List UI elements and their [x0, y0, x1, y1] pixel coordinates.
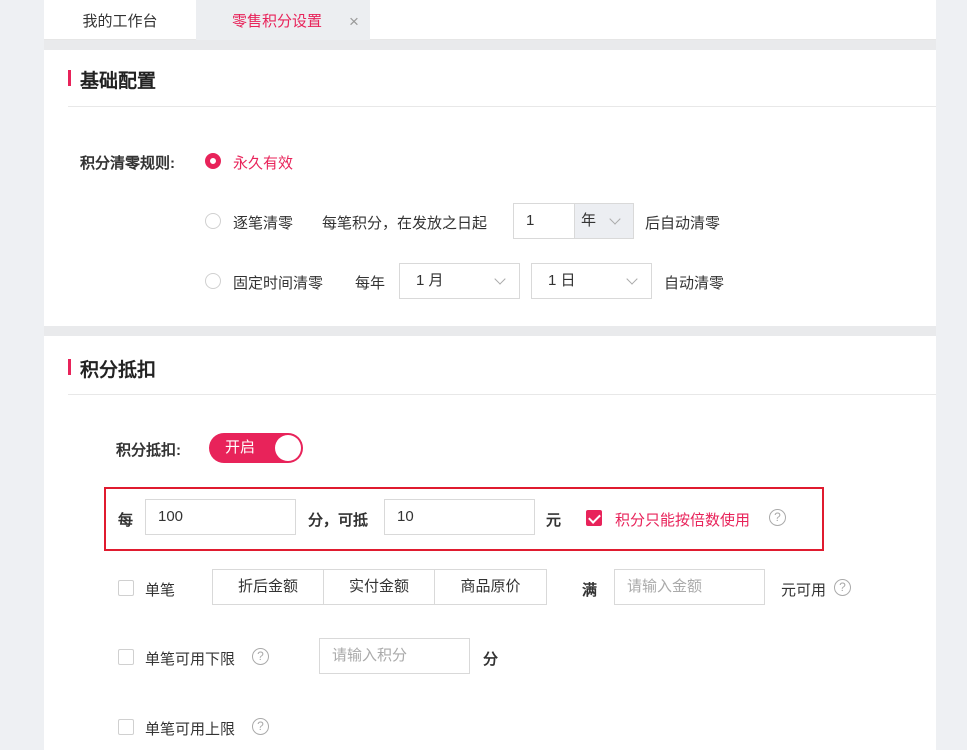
yuan-unit-label: 元: [546, 512, 562, 529]
radio-permanent[interactable]: [205, 153, 221, 169]
deduct-switch-label: 积分抵扣:: [116, 442, 181, 459]
toggle-knob: [275, 435, 301, 461]
section-separator: [44, 40, 936, 50]
segment-paid-amount[interactable]: 实付金额: [323, 569, 435, 605]
yuan-input-value: 10: [397, 508, 414, 525]
deduct-toggle[interactable]: 开启: [209, 433, 303, 463]
multiple-checkbox[interactable]: [586, 510, 602, 526]
lower-limit-checkbox[interactable]: [118, 649, 134, 665]
divider: [68, 106, 936, 107]
segment-original-price[interactable]: 商品原价: [434, 569, 547, 605]
radio-fixed-time-label: 固定时间清零: [233, 275, 324, 292]
min-points-input[interactable]: 请输入积分: [319, 638, 470, 674]
toggle-text: 开启: [225, 439, 256, 456]
segment-discounted-amount[interactable]: 折后金额: [212, 569, 324, 605]
single-checkbox[interactable]: [118, 580, 134, 596]
radio-fixed-time[interactable]: [205, 273, 221, 289]
points-input-value: 100: [158, 508, 184, 525]
yuan-input[interactable]: 10: [384, 499, 535, 535]
points-input[interactable]: 100: [145, 499, 296, 535]
day-select-value: 1 日: [548, 272, 576, 289]
section-separator: [44, 326, 936, 336]
tab-workbench[interactable]: 我的工作台: [44, 0, 196, 40]
amount-input-placeholder: 请输入金额: [627, 578, 703, 595]
day-select[interactable]: 1 日: [531, 263, 652, 299]
year-unit-select[interactable]: 年: [574, 204, 633, 238]
help-icon[interactable]: ?: [834, 579, 851, 596]
per-record-years-value: 1: [526, 212, 535, 229]
per-record-years-input[interactable]: 1 年: [513, 203, 634, 239]
radio-per-record[interactable]: [205, 213, 221, 229]
tab-label: 零售积分设置: [232, 13, 323, 30]
month-select-value: 1 月: [416, 272, 444, 289]
year-unit-label: 年: [581, 212, 597, 229]
fixed-prefix: 每年: [355, 275, 386, 292]
full-label: 满: [582, 582, 598, 599]
points-mid-label: 分，可抵: [308, 512, 369, 529]
multiple-label: 积分只能按倍数使用: [615, 512, 751, 529]
radio-per-record-label: 逐笔清零: [233, 215, 294, 232]
radio-permanent-label: 永久有效: [233, 155, 294, 172]
upper-limit-label: 单笔可用上限: [145, 721, 236, 738]
per-record-text: 每笔积分，在发放之日起: [322, 215, 488, 232]
tab-bar: 我的工作台 零售积分设置 ×: [44, 0, 936, 40]
chevron-down-icon: [626, 273, 638, 285]
content-frame: 我的工作台 零售积分设置 × 基础配置 积分清零规则: 永久有效 逐笔清零 每笔…: [44, 0, 936, 750]
help-icon[interactable]: ?: [252, 718, 269, 735]
clear-rule-label: 积分清零规则:: [80, 155, 175, 172]
divider: [68, 394, 936, 395]
help-icon[interactable]: ?: [252, 648, 269, 665]
every-label: 每: [118, 512, 134, 529]
amount-input[interactable]: 请输入金额: [614, 569, 765, 605]
chevron-down-icon: [609, 213, 621, 225]
month-select[interactable]: 1 月: [399, 263, 520, 299]
lower-limit-label: 单笔可用下限: [145, 651, 236, 668]
lower-limit-unit: 分: [483, 651, 499, 668]
help-icon[interactable]: ?: [769, 509, 786, 526]
per-record-suffix: 后自动清零: [645, 215, 721, 232]
section-title-basic: 基础配置: [68, 66, 156, 93]
single-suffix: 元可用: [781, 582, 827, 599]
single-label: 单笔: [145, 582, 176, 599]
min-points-placeholder: 请输入积分: [332, 647, 408, 664]
close-icon[interactable]: ×: [349, 0, 359, 44]
tab-retail-points-settings[interactable]: 零售积分设置 ×: [196, 0, 370, 40]
fixed-suffix: 自动清零: [664, 275, 725, 292]
chevron-down-icon: [494, 273, 506, 285]
upper-limit-checkbox[interactable]: [118, 719, 134, 735]
section-title-deduct: 积分抵扣: [68, 355, 156, 382]
